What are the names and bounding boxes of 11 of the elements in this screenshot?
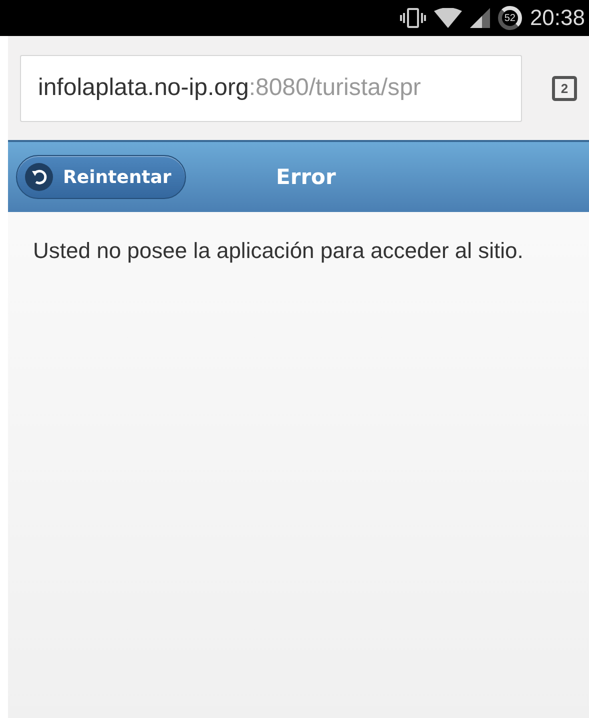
error-message: Usted no posee la aplicación para acceder al sitio. bbox=[33, 237, 524, 265]
page-title: Error bbox=[276, 165, 336, 189]
signal-icon bbox=[470, 8, 490, 28]
vibrate-icon bbox=[400, 8, 426, 28]
address-field[interactable]: infolaplata.no-ip.org:8080/turista/spr bbox=[20, 54, 522, 122]
undo-icon bbox=[25, 163, 53, 191]
battery-indicator: 52 bbox=[498, 6, 522, 30]
wifi-icon bbox=[434, 8, 462, 28]
retry-button[interactable]: Reintentar bbox=[16, 155, 186, 199]
clock-time: 20:38 bbox=[530, 5, 585, 31]
tab-count-button[interactable]: 2 bbox=[552, 76, 577, 100]
